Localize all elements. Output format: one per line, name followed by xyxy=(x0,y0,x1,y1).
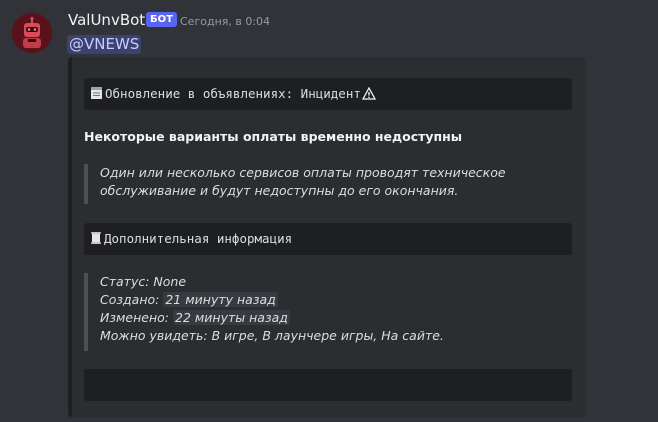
empty-codeblock xyxy=(84,369,572,401)
embed-header-codeblock: Обновление в объявлениях: Инцидент xyxy=(84,78,572,110)
created-row: Создано: 21 минуту назад xyxy=(100,291,554,309)
modified-label: Изменено: xyxy=(100,310,170,325)
created-timestamp[interactable]: 21 минуту назад xyxy=(163,292,278,307)
status-label: Статус: xyxy=(100,274,150,289)
status-row: Статус: None xyxy=(100,273,554,291)
robot-icon xyxy=(12,13,52,53)
visible-value: В игре, В лаунчере игры, На сайте. xyxy=(211,328,444,343)
visible-row: Можно увидеть: В игре, В лаунчере игры, … xyxy=(100,327,554,345)
embed-header-text: Обновление в объявлениях: Инцидент xyxy=(105,86,361,101)
author-name[interactable]: ValUnvBot xyxy=(68,11,145,29)
bot-avatar[interactable] xyxy=(12,13,52,53)
visible-label: Можно увидеть: xyxy=(100,328,208,343)
description-line-2: обслуживание и будут недоступны до его о… xyxy=(100,183,459,198)
info-header-codeblock: Дополнительная информация xyxy=(84,223,572,255)
scroll-icon xyxy=(90,225,102,257)
info-header-text: Дополнительная информация xyxy=(104,231,293,246)
modified-row: Изменено: 22 минуты назад xyxy=(100,309,554,327)
message-timestamp[interactable]: Сегодня, в 0:04 xyxy=(180,15,270,28)
info-quote: Статус: None Создано: 21 минуту назад Из… xyxy=(84,273,554,351)
role-mention[interactable]: @VNEWS xyxy=(67,35,142,54)
embed-title: Некоторые варианты оплаты временно недос… xyxy=(84,129,463,144)
created-label: Создано: xyxy=(100,292,160,307)
status-value: None xyxy=(153,274,187,289)
description-line-1: Один или несколько сервисов оплаты прово… xyxy=(100,165,506,180)
modified-timestamp[interactable]: 22 минуты назад xyxy=(173,310,290,325)
bot-tag: БОТ xyxy=(146,12,177,27)
description-quote: Один или несколько сервисов оплаты прово… xyxy=(84,164,554,204)
warning-icon xyxy=(361,80,376,112)
notepad-icon xyxy=(90,80,103,112)
